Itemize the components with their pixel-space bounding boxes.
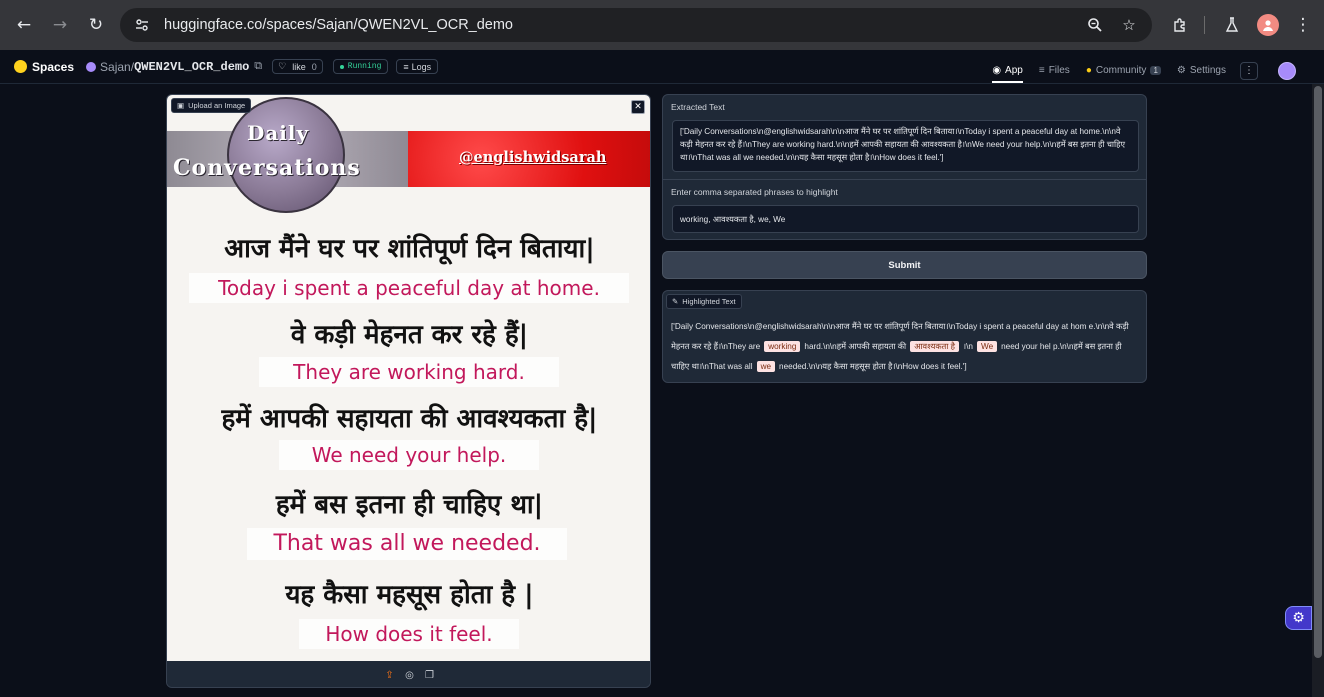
labs-flask-icon[interactable] bbox=[1218, 11, 1246, 39]
chrome-menu-icon[interactable]: ⋮ bbox=[1289, 11, 1317, 39]
spaces-link[interactable]: Spaces bbox=[32, 60, 74, 74]
image-english-line: Today i spent a peaceful day at home. bbox=[189, 273, 629, 303]
image-hindi-line: हमें आपकी सहायता की आवश्यकता है| bbox=[221, 404, 598, 434]
space-name-link[interactable]: QWEN2VL_OCR_demo bbox=[134, 60, 249, 74]
highlight-mark: आवश्यकता है bbox=[910, 341, 960, 352]
tab-community-label: Community bbox=[1095, 65, 1147, 76]
image-hindi-line: हमें बस इतना ही चाहिए था| bbox=[275, 490, 544, 520]
zoom-icon[interactable] bbox=[1086, 16, 1104, 34]
tab-settings[interactable]: ⚙ Settings bbox=[1177, 65, 1226, 76]
browser-toolbar: ← → ↻ huggingface.co/spaces/Sajan/QWEN2V… bbox=[0, 0, 1324, 50]
copy-icon[interactable]: ⧉ bbox=[254, 60, 262, 73]
image-english-line: They are working hard. bbox=[259, 357, 559, 387]
like-button[interactable]: ♡ like 0 bbox=[272, 59, 323, 74]
highlighted-text-block: ✎ Highlighted Text ['Daily Conversations… bbox=[662, 290, 1147, 383]
logs-button[interactable]: ≡ Logs bbox=[396, 59, 439, 74]
phrases-label: Enter comma separated phrases to highlig… bbox=[671, 187, 838, 197]
reload-icon[interactable]: ↻ bbox=[82, 11, 110, 39]
url-text[interactable]: huggingface.co/spaces/Sajan/QWEN2VL_OCR_… bbox=[164, 17, 513, 33]
status-badge[interactable]: Running bbox=[332, 59, 389, 74]
site-settings-icon[interactable] bbox=[134, 17, 150, 33]
hf-logo-icon[interactable] bbox=[14, 60, 27, 73]
image-hindi-line: वे कड़ी मेहनत कर रहे हैं| bbox=[290, 320, 529, 350]
image-hindi-line: यह कैसा महसूस होता है | bbox=[285, 580, 534, 610]
page-scrollbar[interactable] bbox=[1312, 84, 1324, 697]
webcam-icon[interactable]: ◎ bbox=[404, 669, 416, 681]
extracted-text-block: Extracted Text ['Daily Conversations\n@e… bbox=[662, 94, 1147, 240]
logs-label: Logs bbox=[411, 61, 432, 72]
highlighted-text-output: ['Daily Conversations\n@englishwidsarah\… bbox=[671, 317, 1141, 377]
status-text: Running bbox=[347, 62, 382, 71]
highlighted-text-label-text: Highlighted Text bbox=[682, 297, 736, 306]
user-avatar bbox=[86, 61, 97, 72]
highlight-mark: working bbox=[764, 341, 801, 352]
block-divider bbox=[663, 179, 1146, 180]
hf-user-avatar[interactable] bbox=[1278, 61, 1296, 80]
hf-header: Spaces Sajan / QWEN2VL_OCR_demo ⧉ ♡ like… bbox=[0, 50, 1324, 84]
forward-icon[interactable]: → bbox=[46, 11, 74, 39]
upload-image-label: ▣ Upload an Image bbox=[171, 98, 252, 113]
image-english-line: We need your help. bbox=[279, 440, 539, 470]
highlight-mark: we bbox=[756, 361, 776, 372]
settings-gear-icon: ⚙ bbox=[1176, 65, 1186, 76]
app-cube-icon: ◉ bbox=[992, 65, 1002, 76]
like-count: 0 bbox=[311, 61, 317, 72]
upload-icon[interactable]: ⇪ bbox=[384, 669, 396, 681]
back-icon[interactable]: ← bbox=[10, 11, 38, 39]
tab-community[interactable]: ● Community 1 bbox=[1086, 65, 1161, 76]
tab-files-label: Files bbox=[1048, 65, 1070, 76]
heart-icon: ♡ bbox=[278, 61, 287, 71]
gear-icon[interactable]: ⚙ bbox=[1285, 606, 1312, 630]
tab-app[interactable]: ◉ App bbox=[992, 65, 1023, 83]
image-upload-panel[interactable]: Daily Conversations @englishwidsarah आज … bbox=[166, 94, 651, 688]
image-hindi-line: आज मैंने घर पर शांतिपूर्ण दिन बिताया| bbox=[224, 234, 595, 264]
extensions-icon[interactable] bbox=[1166, 11, 1194, 39]
extracted-text-area[interactable]: ['Daily Conversations\n@englishwidsarah\… bbox=[672, 120, 1139, 172]
logs-icon: ≡ bbox=[403, 61, 409, 72]
toolbar-divider bbox=[1204, 16, 1205, 34]
community-icon: ● bbox=[1085, 65, 1092, 76]
community-count: 1 bbox=[1150, 66, 1161, 75]
highlight-mark: We bbox=[976, 341, 998, 352]
image-title-line1: Daily bbox=[247, 121, 310, 145]
bookmark-star-icon[interactable]: ☆ bbox=[1120, 16, 1138, 34]
clipboard-icon[interactable]: ❐ bbox=[424, 669, 436, 681]
image-handle: @englishwidsarah bbox=[459, 149, 607, 166]
remove-image-button[interactable]: ✕ bbox=[631, 100, 645, 114]
submit-button[interactable]: Submit bbox=[662, 251, 1147, 279]
highlight-segment: hard.\n\nहमें आपकी सहायता की bbox=[804, 342, 907, 351]
address-bar[interactable]: huggingface.co/spaces/Sajan/QWEN2VL_OCR_… bbox=[120, 8, 1152, 42]
space-menu-button[interactable]: ⋮ bbox=[1240, 61, 1258, 80]
uploaded-image: Daily Conversations @englishwidsarah आज … bbox=[167, 95, 650, 661]
image-title-line2: Conversations bbox=[173, 155, 361, 181]
tab-app-label: App bbox=[1005, 65, 1023, 76]
image-icon: ▣ bbox=[177, 101, 185, 110]
highlight-icon: ✎ bbox=[672, 297, 679, 306]
phrases-input[interactable]: working, आवश्यकता है, we, We bbox=[672, 205, 1139, 233]
extracted-text-label: Extracted Text bbox=[671, 102, 725, 112]
tab-settings-label: Settings bbox=[1189, 65, 1226, 76]
highlighted-text-label: ✎ Highlighted Text bbox=[666, 294, 742, 309]
files-icon: ≡ bbox=[1038, 65, 1045, 76]
like-label: like bbox=[292, 61, 306, 72]
status-dot bbox=[339, 64, 344, 69]
image-english-line: How does it feel. bbox=[299, 619, 519, 649]
image-source-toolbar: ⇪ ◎ ❐ bbox=[167, 661, 650, 687]
highlight-segment: needed.\n\nयह कैसा महसूस होता है।\nHow d… bbox=[779, 362, 967, 371]
space-owner-link[interactable]: Sajan bbox=[100, 60, 131, 74]
scrollbar-thumb[interactable] bbox=[1314, 86, 1322, 658]
highlight-segment: ।\n bbox=[963, 342, 973, 351]
tab-files[interactable]: ≡ Files bbox=[1039, 65, 1070, 76]
upload-image-label-text: Upload an Image bbox=[188, 101, 246, 110]
profile-avatar[interactable] bbox=[1257, 14, 1279, 36]
image-english-line: That was all we needed. bbox=[247, 528, 567, 560]
